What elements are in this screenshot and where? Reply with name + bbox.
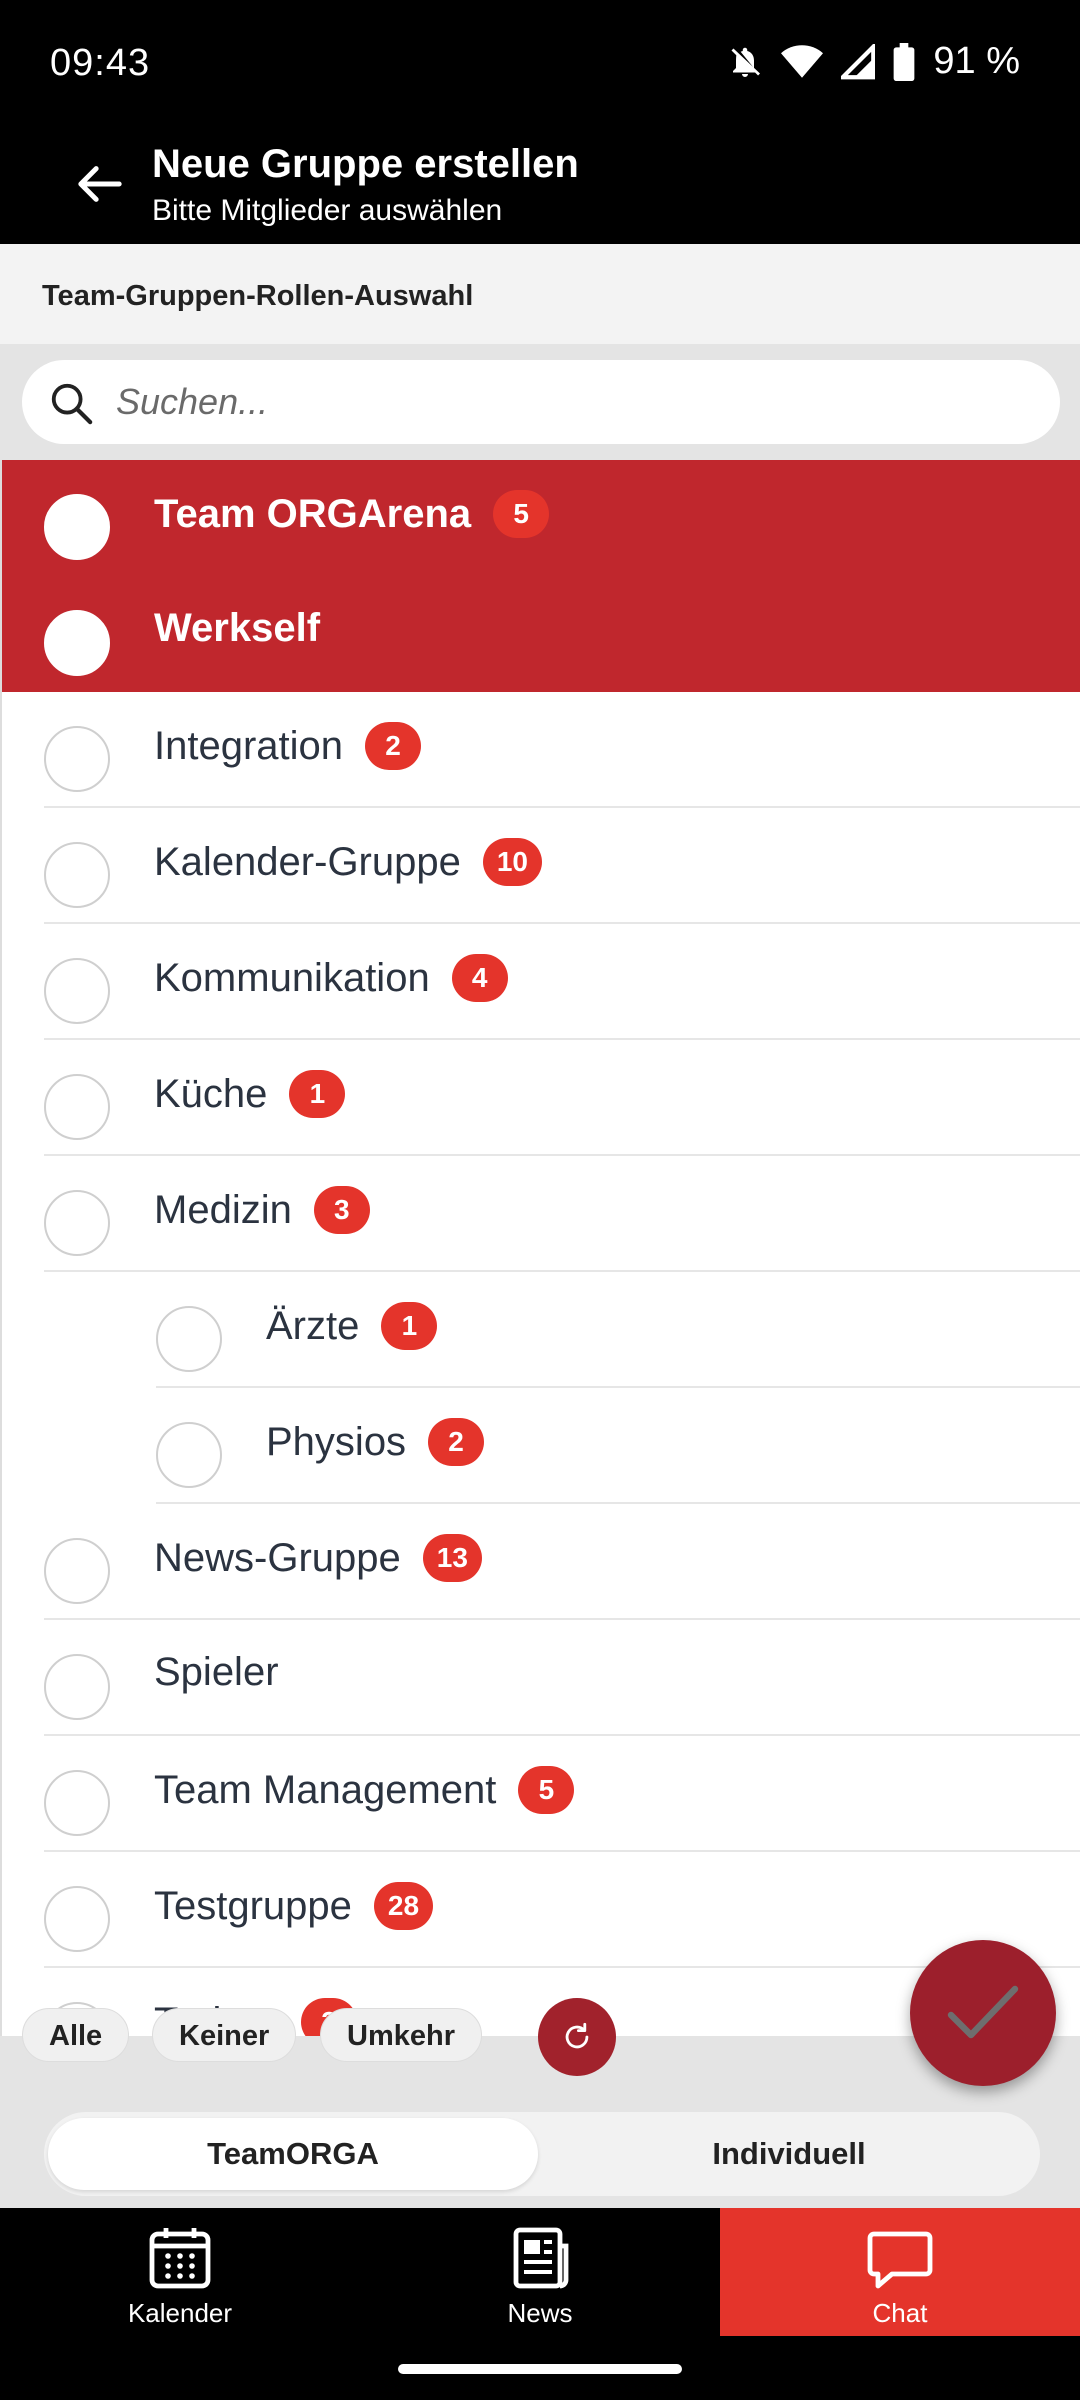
status-time: 09:43 — [50, 42, 151, 84]
list-item-medizin[interactable]: Medizin 3 — [2, 1156, 1080, 1272]
section-header: Team-Gruppen-Rollen-Auswahl — [0, 244, 1080, 344]
list-item-werkself[interactable]: Werkself — [2, 576, 1080, 692]
list-item-label: Testgruppe 28 — [154, 1882, 434, 1930]
search-icon — [51, 383, 93, 425]
list-item-spieler[interactable]: Spieler — [2, 1620, 1080, 1736]
arrow-left-icon — [78, 166, 122, 202]
list-item-label: Kommunikation 4 — [154, 954, 508, 1002]
nav-news-label: News — [507, 2298, 573, 2328]
radio-button[interactable] — [44, 726, 110, 792]
list-item-label: Team ORGArena 5 — [154, 490, 550, 538]
list-item-aerzte[interactable]: Ärzte 1 — [2, 1272, 1080, 1388]
list-item-label: Medizin 3 — [154, 1186, 370, 1234]
mode-segmented-control: TeamORGA Individuell — [44, 2112, 1040, 2196]
list-item-label: Spieler — [154, 1650, 279, 1694]
list-item-kalender-gruppe[interactable]: Kalender-Gruppe 10 — [2, 808, 1080, 924]
battery-percent: 91 % — [933, 40, 1020, 82]
refresh-icon — [565, 2022, 589, 2049]
radio-button[interactable] — [44, 1886, 110, 1952]
nav-calendar[interactable]: Kalender — [0, 2208, 360, 2336]
count-badge: 1 — [289, 1070, 346, 1118]
invert-selection-chip[interactable]: Umkehr — [320, 2008, 482, 2062]
status-bar: 09:43 91 % — [0, 0, 1080, 124]
list-item-testgruppe[interactable]: Testgruppe 28 — [2, 1852, 1080, 1968]
checkmark-icon — [947, 1985, 1019, 2039]
list-item-label: Physios 2 — [266, 1418, 485, 1466]
list-item-kueche[interactable]: Küche 1 — [2, 1040, 1080, 1156]
radio-button[interactable] — [44, 1654, 110, 1720]
radio-button[interactable] — [44, 958, 110, 1024]
count-badge: 28 — [373, 1882, 434, 1930]
refresh-button[interactable] — [538, 1998, 616, 2076]
newspaper-icon — [513, 2227, 569, 2289]
count-badge: 2 — [428, 1418, 485, 1466]
list-item-label: Kalender-Gruppe 10 — [154, 838, 543, 886]
radio-button[interactable] — [44, 1074, 110, 1140]
segment-individuell[interactable]: Individuell — [544, 2118, 1034, 2190]
home-indicator[interactable] — [398, 2364, 682, 2374]
wifi-icon — [781, 44, 824, 78]
confirm-button[interactable] — [910, 1940, 1056, 2086]
count-badge: 1 — [381, 1302, 438, 1350]
list-item-label: Werkself — [154, 606, 321, 650]
search-bar[interactable] — [22, 360, 1060, 444]
radio-button[interactable] — [44, 1770, 110, 1836]
count-badge: 2 — [365, 722, 422, 770]
segment-teamorga[interactable]: TeamORGA — [48, 2118, 538, 2190]
list-item-label: Küche 1 — [154, 1070, 346, 1118]
select-none-chip[interactable]: Keiner — [152, 2008, 297, 2062]
signal-icon — [841, 43, 876, 79]
list-item-label: News-Gruppe 13 — [154, 1534, 482, 1582]
radio-button[interactable] — [156, 1306, 222, 1372]
page-subtitle: Bitte Mitglieder auswählen — [152, 194, 503, 227]
status-icons: 91 % — [727, 40, 1020, 83]
app-header: Neue Gruppe erstellen Bitte Mitglieder a… — [0, 124, 1080, 244]
radio-button[interactable] — [44, 610, 110, 676]
radio-button[interactable] — [156, 1422, 222, 1488]
notifications-off-icon — [731, 47, 761, 77]
section-title: Team-Gruppen-Rollen-Auswahl — [42, 280, 474, 312]
list-item-team-orgarena[interactable]: Team ORGArena 5 — [2, 460, 1080, 576]
group-list: Team ORGArena 5 Werkself Integration 2 Kal… — [0, 460, 1080, 2036]
list-item-label: Team Management 5 — [154, 1766, 575, 1814]
nav-news[interactable]: News — [360, 2208, 720, 2336]
battery-icon — [894, 42, 915, 81]
list-item-news-gruppe[interactable]: News-Gruppe 13 — [2, 1504, 1080, 1620]
nav-calendar-label: Kalender — [127, 2298, 233, 2328]
list-item-physios[interactable]: Physios 2 — [2, 1388, 1080, 1504]
search-input[interactable] — [116, 374, 1016, 430]
list-item-team-management[interactable]: Team Management 5 — [2, 1736, 1080, 1852]
radio-button[interactable] — [44, 1190, 110, 1256]
radio-button[interactable] — [44, 494, 110, 560]
back-button[interactable] — [70, 154, 130, 214]
list-item-integration[interactable]: Integration 2 — [2, 692, 1080, 808]
search-area — [0, 344, 1080, 460]
count-badge: 4 — [451, 954, 508, 1002]
calendar-icon — [149, 2228, 211, 2289]
count-badge: 3 — [313, 1186, 370, 1234]
selection-toolbar: Alle Keiner Umkehr TeamORGA Individuell — [0, 1940, 1080, 2208]
radio-button[interactable] — [44, 842, 110, 908]
list-item-kommunikation[interactable]: Kommunikation 4 — [2, 924, 1080, 1040]
list-item-label: Integration 2 — [154, 722, 422, 770]
count-badge: 5 — [518, 1766, 575, 1814]
radio-button[interactable] — [44, 1538, 110, 1604]
page-title: Neue Gruppe erstellen — [152, 142, 579, 186]
list-item-label: Ärzte 1 — [266, 1302, 438, 1350]
count-badge: 10 — [482, 838, 543, 886]
chat-bubble-icon — [867, 2231, 933, 2289]
nav-chat[interactable]: Chat — [720, 2208, 1080, 2336]
select-all-chip[interactable]: Alle — [22, 2008, 130, 2062]
count-badge: 5 — [493, 490, 550, 538]
nav-chat-label: Chat — [872, 2298, 928, 2328]
count-badge: 13 — [422, 1534, 482, 1582]
